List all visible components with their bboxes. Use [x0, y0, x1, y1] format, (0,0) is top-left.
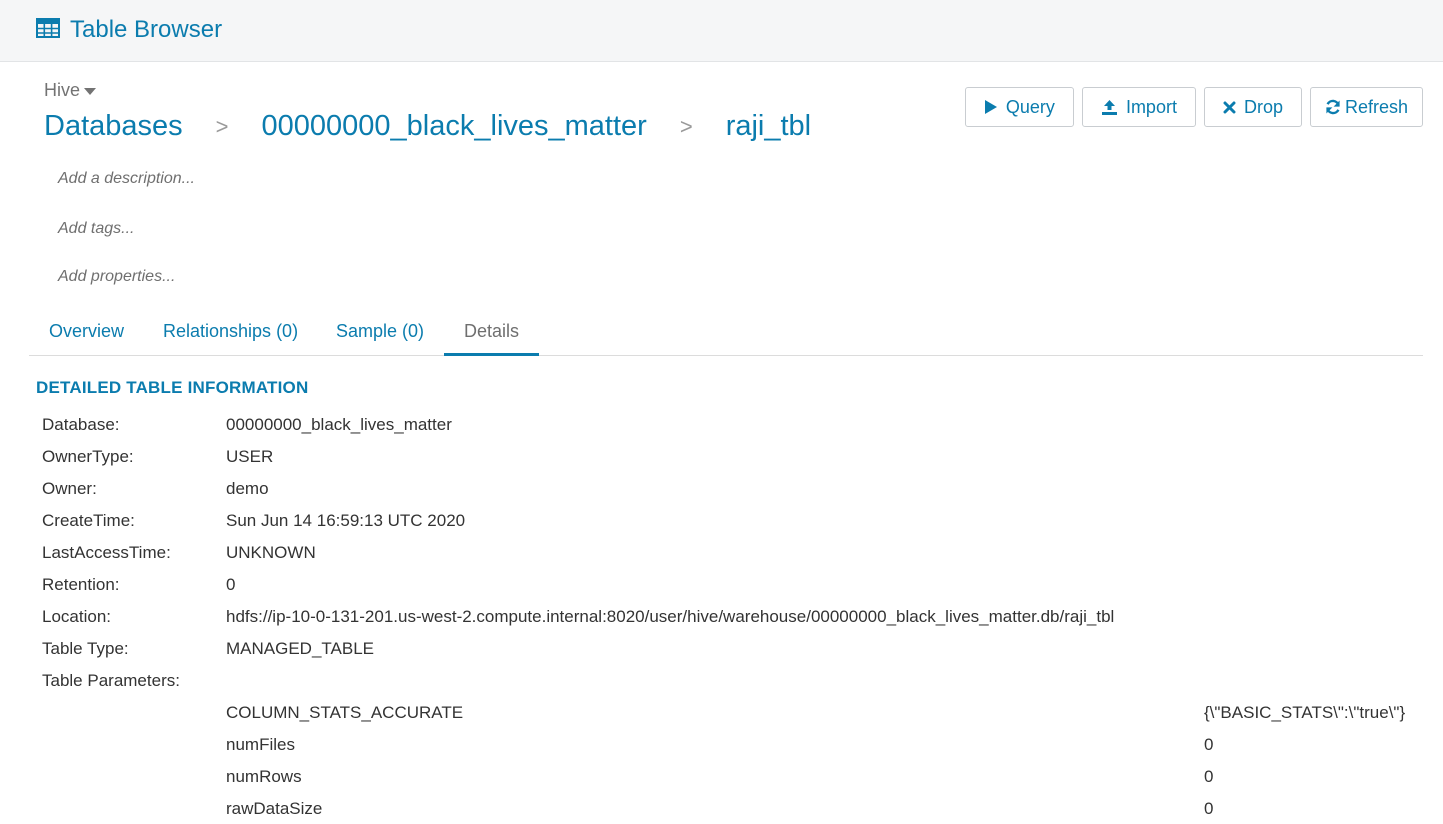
detail-key: Table Parameters: — [42, 671, 180, 690]
refresh-button[interactable]: Refresh — [1309, 87, 1423, 127]
parameter-name: numRows — [226, 767, 302, 786]
caret-down-icon — [84, 88, 97, 95]
parameter-name: numFiles — [226, 735, 295, 754]
refresh-icon — [1325, 99, 1341, 115]
detail-value: USER — [226, 447, 274, 466]
import-button[interactable]: Import — [1081, 87, 1196, 127]
source-dropdown-label: Hive — [44, 80, 81, 100]
parameter-value: 0 — [1204, 735, 1214, 754]
detail-key: Table Type: — [42, 639, 129, 658]
parameter-row: rawDataSize 0 — [226, 799, 1213, 819]
parameter-name: COLUMN_STATS_ACCURATE — [226, 703, 464, 722]
detail-value: 00000000_black_lives_matter — [226, 415, 452, 434]
detail-key: LastAccessTime: — [42, 543, 171, 562]
tab-sample[interactable]: Sample (0) — [316, 314, 444, 356]
parameter-name: rawDataSize — [226, 799, 323, 818]
breadcrumb-table[interactable]: raji_tbl — [726, 110, 811, 143]
detail-key: OwnerType: — [42, 447, 134, 466]
source-dropdown[interactable]: Hive — [44, 80, 97, 101]
breadcrumb-separator: > — [679, 113, 693, 139]
tab-overview[interactable]: Overview — [29, 314, 144, 356]
properties-editable[interactable]: Add properties... — [58, 268, 175, 286]
drop-button[interactable]: Drop — [1203, 87, 1302, 127]
description-editable[interactable]: Add a description... — [58, 170, 195, 188]
refresh-button-label: Refresh — [1344, 96, 1408, 117]
app-title: Table Browser — [70, 16, 223, 43]
drop-button-label: Drop — [1243, 96, 1283, 117]
parameter-value: {\"BASIC_STATS\":\"true\"} — [1204, 703, 1406, 722]
parameter-value: 0 — [1204, 767, 1214, 786]
table-grid-icon — [36, 17, 60, 43]
parameter-row: numRows 0 — [226, 767, 1213, 787]
app-header: Table Browser — [0, 0, 1443, 62]
query-button[interactable]: Query — [964, 87, 1074, 127]
detail-key: Database: — [42, 415, 120, 434]
breadcrumb-database[interactable]: 00000000_black_lives_matter — [262, 110, 647, 143]
detail-key: Owner: — [42, 479, 97, 498]
parameter-value: 0 — [1204, 799, 1214, 818]
location-value: hdfs://ip-10-0-131-201.us-west-2.compute… — [226, 607, 1115, 626]
close-icon — [1223, 101, 1236, 114]
section-title: DETAILED TABLE INFORMATION — [36, 378, 309, 397]
breadcrumb-separator: > — [215, 113, 229, 139]
query-button-label: Query — [1005, 96, 1055, 117]
breadcrumb: Databases > 00000000_black_lives_matter … — [44, 110, 811, 143]
detail-key: CreateTime: — [42, 511, 135, 530]
import-button-label: Import — [1125, 96, 1177, 117]
play-icon — [984, 99, 998, 115]
tab-details[interactable]: Details — [444, 314, 540, 356]
detail-key: Retention: — [42, 575, 120, 594]
breadcrumb-databases[interactable]: Databases — [44, 110, 183, 143]
tags-editable[interactable]: Add tags... — [58, 220, 135, 238]
detail-value: demo — [226, 479, 269, 498]
parameter-row: COLUMN_STATS_ACCURATE {\"BASIC_STATS\":\… — [226, 703, 1405, 723]
detail-value: Sun Jun 14 16:59:13 UTC 2020 — [226, 511, 466, 530]
upload-icon — [1101, 99, 1118, 116]
app-title-wrap: Table Browser — [36, 14, 222, 46]
detail-key: Location: — [42, 607, 111, 626]
action-toolbar: Query Import Drop Refresh — [964, 87, 1423, 127]
tab-bar: Overview Relationships (0) Sample (0) De… — [29, 314, 1423, 356]
parameter-row: numFiles 0 — [226, 735, 1213, 755]
tab-relationships[interactable]: Relationships (0) — [143, 314, 318, 356]
detail-value: MANAGED_TABLE — [226, 639, 375, 658]
detail-value: UNKNOWN — [226, 543, 316, 562]
detail-value: 0 — [226, 575, 236, 594]
